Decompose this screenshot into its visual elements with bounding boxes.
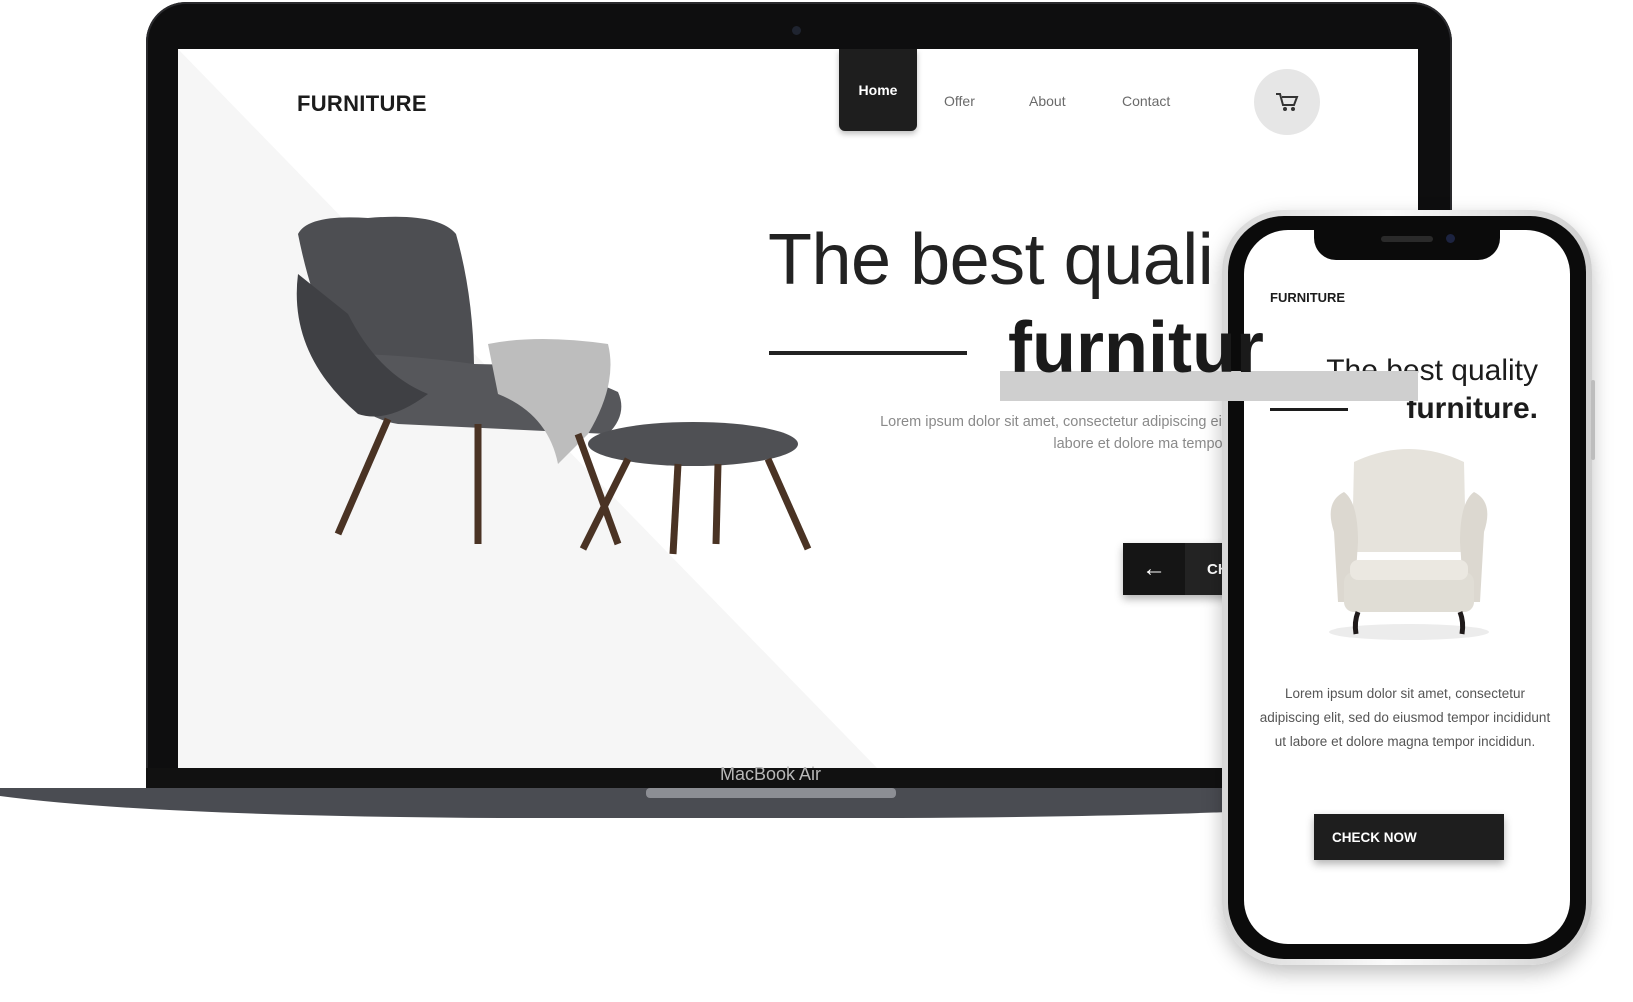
mobile-hero-description: Lorem ipsum dolor sit amet, consectetur … (1259, 686, 1551, 749)
phone-notch (1314, 228, 1500, 260)
cart-button[interactable] (1254, 69, 1320, 135)
phone-side-button (1591, 380, 1595, 460)
mobile-site-logo[interactable]: FURNITURE (1270, 290, 1345, 305)
device-label: MacBook Air (720, 764, 822, 784)
hero-title-underline (769, 351, 967, 355)
nav-offer[interactable]: Offer (944, 93, 975, 109)
phone-screen: FURNITURE The best quality furniture. Lo… (1244, 230, 1570, 944)
cart-icon (1276, 93, 1299, 111)
wingback-chair-image (1329, 449, 1489, 640)
site-logo[interactable]: FURNITURE (297, 91, 427, 117)
phone-front-camera (1446, 234, 1455, 243)
mobile-check-now-button[interactable]: CHECK NOW (1314, 814, 1504, 860)
armchair-image (296, 216, 812, 555)
hero-title-line1: The best quali (768, 220, 1214, 300)
phone-speaker (1381, 236, 1433, 242)
arrow-left-icon: ← (1123, 543, 1185, 595)
nav-contact[interactable]: Contact (1122, 93, 1170, 109)
nav-home[interactable]: Home (839, 49, 917, 131)
hero-title-line2: furnitur (1008, 308, 1264, 388)
laptop-camera (792, 26, 801, 35)
nav-about[interactable]: About (1029, 93, 1066, 109)
